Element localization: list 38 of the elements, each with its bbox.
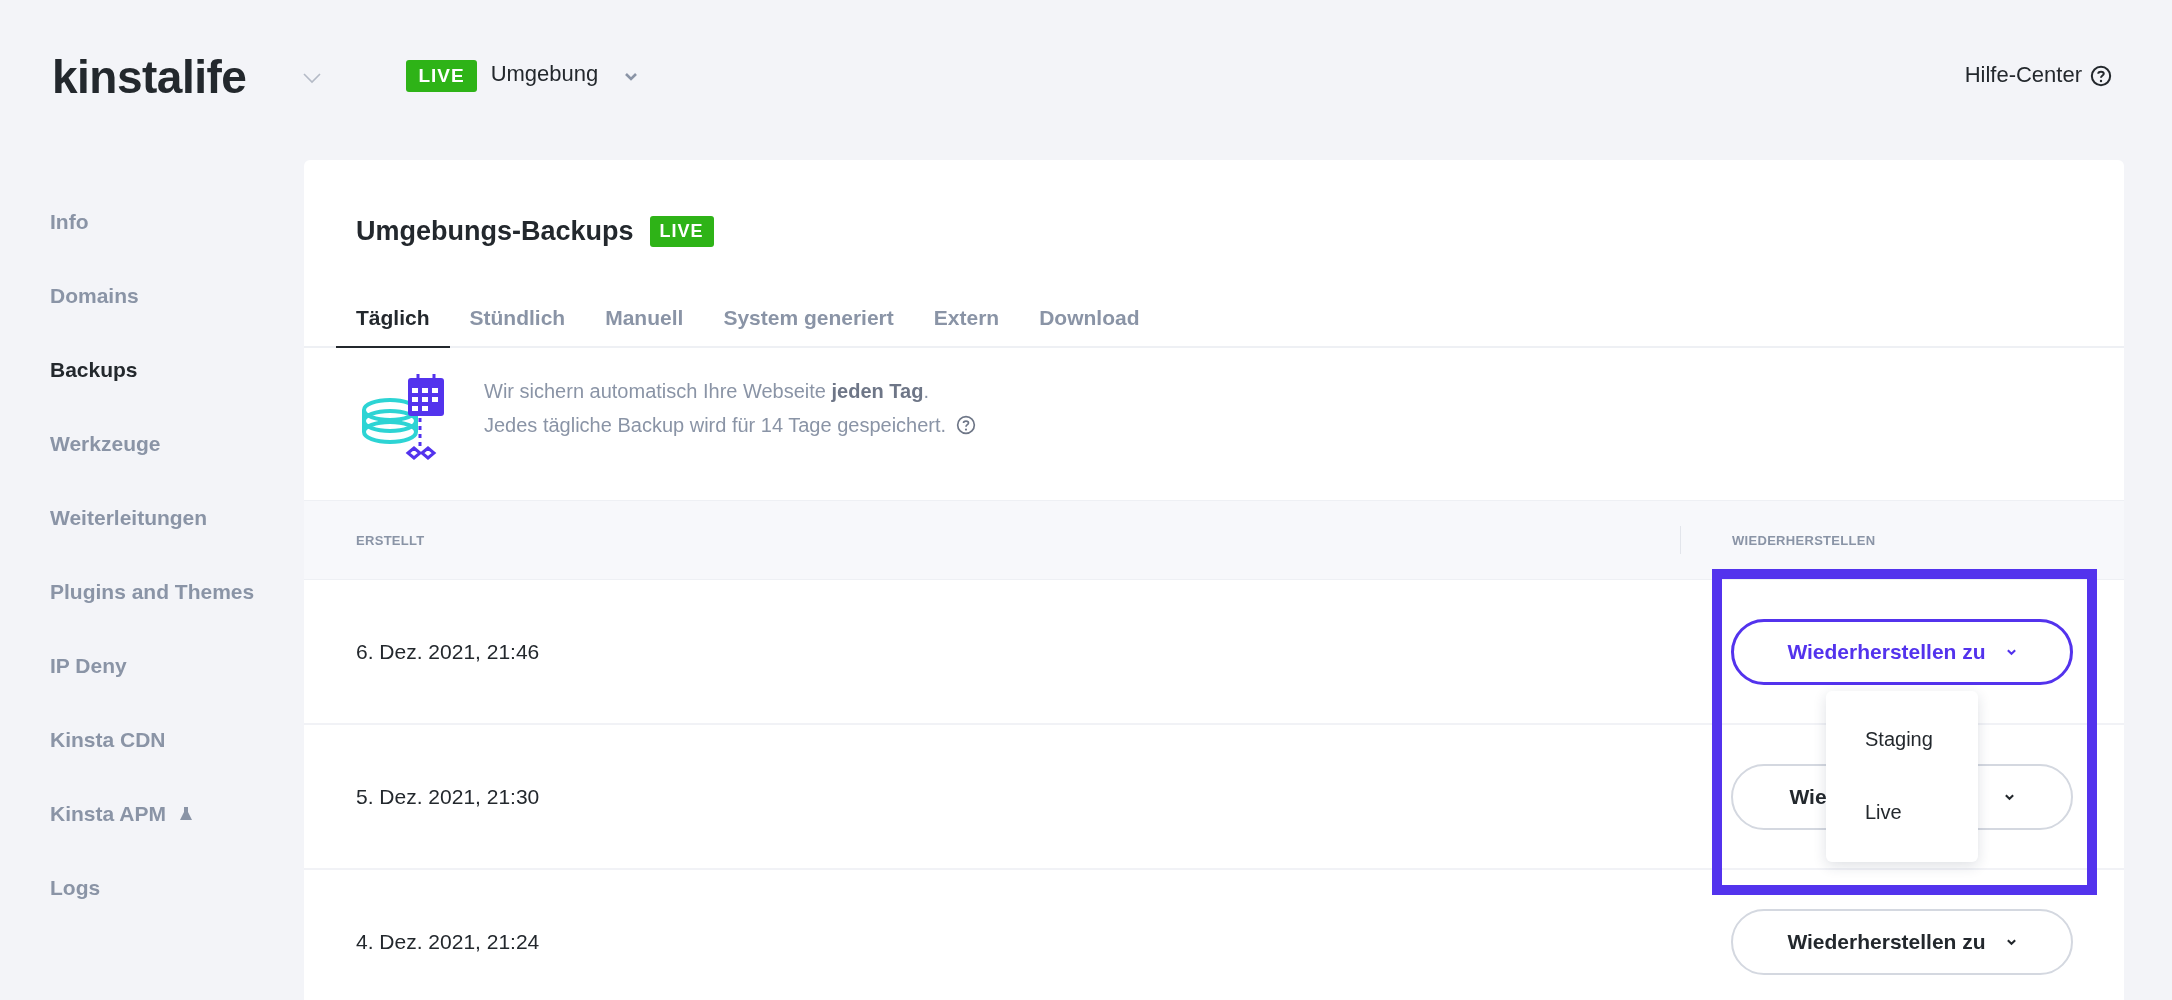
sidebar-item[interactable]: Plugins and Themes	[50, 580, 255, 604]
logo: kinstalife	[52, 50, 247, 104]
chevron-down-icon	[2003, 792, 2015, 801]
tab[interactable]: Extern	[913, 302, 1020, 348]
sidebar-item[interactable]: Domains	[50, 284, 139, 308]
live-badge: LIVE	[406, 60, 477, 92]
sidebar-item[interactable]: Info	[50, 210, 89, 234]
sidebar-item[interactable]: Weiterleitungen	[50, 506, 208, 530]
column-header: WIEDERHERSTELLEN	[1732, 532, 1876, 548]
info-text: Wir sichern automatisch Ihre Webseite jeden Tag.	[484, 379, 929, 404]
sidebar-item[interactable]: Kinsta APM	[50, 802, 166, 826]
help-center-link[interactable]: Hilfe-Center	[1964, 62, 2082, 88]
chevron-down-icon[interactable]	[624, 72, 639, 82]
menu-item[interactable]: Staging	[1865, 728, 1978, 751]
column-header: ERSTELLT	[356, 532, 425, 548]
backup-date: 5. Dez. 2021, 21:30	[356, 784, 540, 808]
sidebar-item[interactable]: Kinsta CDN	[50, 728, 166, 752]
card-title: Umgebungs-Backups	[356, 215, 634, 247]
restore-button[interactable]: Wiederherstellen zu	[1731, 618, 2073, 685]
sidebar-item[interactable]: Werkzeuge	[50, 432, 161, 456]
menu-item[interactable]: Live	[1865, 801, 1978, 824]
restore-button[interactable]: Wiederherstellen zu	[1731, 908, 2073, 975]
backup-date: 4. Dez. 2021, 21:24	[356, 929, 540, 953]
live-badge: LIVE	[649, 215, 714, 247]
tab[interactable]: Manuell	[585, 302, 704, 348]
tab[interactable]: Download	[1019, 302, 1160, 348]
help-icon[interactable]	[2090, 65, 2112, 87]
backup-date: 6. Dez. 2021, 21:46	[356, 639, 540, 663]
tab[interactable]: Täglich	[336, 302, 450, 348]
sidebar-item[interactable]: Backups	[50, 358, 138, 382]
sidebar-item[interactable]: IP Deny	[50, 654, 127, 678]
chevron-down-icon	[2005, 937, 2017, 946]
sidebar-item[interactable]: Logs	[50, 876, 101, 900]
info-text: Jedes tägliche Backup wird für 14 Tage gespeichert.	[484, 413, 947, 438]
chevron-down-icon	[2005, 647, 2017, 656]
tab[interactable]: System generiert	[703, 302, 914, 348]
tab[interactable]: Stündlich	[449, 302, 586, 348]
environment-selector[interactable]: Umgebung	[490, 61, 599, 87]
